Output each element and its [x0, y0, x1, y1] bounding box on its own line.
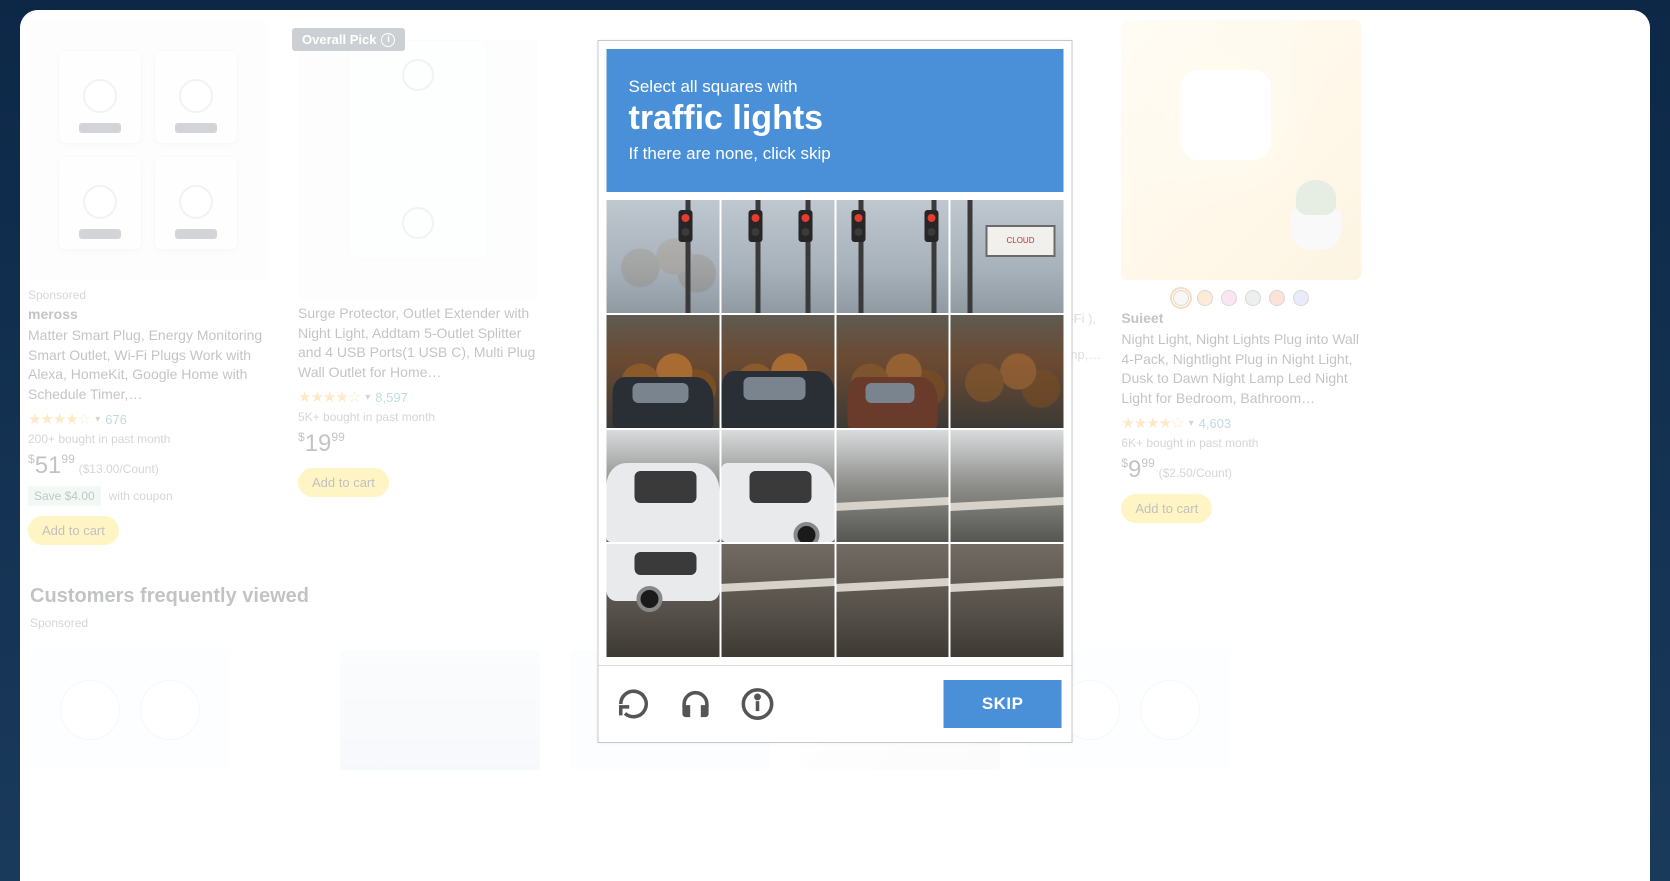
rating-count: 4,603 [1199, 416, 1232, 431]
rating[interactable]: ★★★★☆ ▾ 676 [28, 410, 278, 428]
add-to-cart-button[interactable]: Add to cart [1121, 494, 1212, 523]
swatch[interactable] [1197, 290, 1213, 306]
captcha-target: traffic lights [629, 99, 1042, 138]
brand: Suieet [1121, 310, 1361, 326]
chevron-down-icon: ▾ [95, 414, 100, 425]
price: $1999 [298, 430, 538, 458]
bought-label: 200+ bought in past month [28, 432, 278, 446]
captcha-tile-0-2[interactable] [836, 200, 949, 313]
captcha-dialog: Select all squares with traffic lights I… [598, 40, 1073, 743]
captcha-tile-2-1[interactable] [721, 430, 834, 543]
headphones-icon[interactable] [679, 687, 713, 721]
chevron-down-icon: ▾ [365, 392, 370, 403]
swatch[interactable] [1269, 290, 1285, 306]
captcha-tile-2-0[interactable] [607, 430, 720, 543]
swatch[interactable] [1293, 290, 1309, 306]
add-to-cart-button[interactable]: Add to cart [28, 516, 119, 545]
sponsored-label: Sponsored [28, 288, 278, 302]
captcha-header: Select all squares with traffic lights I… [607, 49, 1064, 192]
chevron-down-icon: ▾ [1189, 418, 1194, 429]
captcha-grid: CLOUD [607, 200, 1064, 657]
captcha-tile-0-1[interactable] [721, 200, 834, 313]
product-image[interactable] [28, 20, 268, 280]
captcha-tile-1-2[interactable] [836, 315, 949, 428]
info-icon[interactable] [741, 687, 775, 721]
captcha-instruction: Select all squares with [629, 77, 1042, 97]
captcha-tile-3-2[interactable] [836, 544, 949, 657]
product-card-4: Suieet Night Light, Night Lights Plug in… [1121, 20, 1361, 545]
freq-item[interactable] [340, 650, 540, 770]
captcha-footer: SKIP [599, 665, 1072, 742]
brand: meross [28, 306, 278, 322]
product-card-2: Overall Pick i Surge Protector, Outlet E… [298, 20, 538, 545]
captcha-tile-1-3[interactable] [951, 315, 1064, 428]
star-icon: ★★★★☆ [298, 388, 360, 406]
price: $999 ($2.50/Count) [1121, 456, 1361, 484]
price: $5199 ($13.00/Count) [28, 452, 278, 480]
captcha-tile-3-3[interactable] [951, 544, 1064, 657]
captcha-tile-0-0[interactable] [607, 200, 720, 313]
overall-pick-badge: Overall Pick i [292, 28, 405, 51]
captcha-tile-1-1[interactable] [721, 315, 834, 428]
product-image[interactable] [298, 40, 538, 300]
skip-button[interactable]: SKIP [944, 680, 1062, 728]
captcha-tile-3-0[interactable] [607, 544, 720, 657]
add-to-cart-button[interactable]: Add to cart [298, 468, 389, 497]
rating[interactable]: ★★★★☆ ▾ 4,603 [1121, 414, 1361, 432]
rating[interactable]: ★★★★☆ ▾ 8,597 [298, 388, 538, 406]
bought-label: 6K+ bought in past month [1121, 436, 1361, 450]
product-card-1: Sponsored meross Matter Smart Plug, Ener… [28, 20, 278, 545]
coupon-badge: Save $4.00 [28, 486, 101, 506]
captcha-tile-2-2[interactable] [836, 430, 949, 543]
color-swatches [1121, 290, 1361, 306]
star-icon: ★★★★☆ [28, 410, 90, 428]
star-icon: ★★★★☆ [1121, 414, 1183, 432]
captcha-tile-0-3[interactable]: CLOUD [951, 200, 1064, 313]
swatch[interactable] [1221, 290, 1237, 306]
page-frame: Sponsored meross Matter Smart Plug, Ener… [20, 10, 1650, 881]
captcha-tile-3-1[interactable] [721, 544, 834, 657]
product-title[interactable]: Surge Protector, Outlet Extender with Ni… [298, 304, 538, 382]
rating-count: 676 [105, 412, 127, 427]
product-title[interactable]: Matter Smart Plug, Energy Monitoring Sma… [28, 326, 278, 404]
product-image[interactable] [1121, 20, 1361, 280]
swatch[interactable] [1173, 290, 1189, 306]
captcha-tile-1-0[interactable] [607, 315, 720, 428]
freq-item[interactable] [30, 650, 230, 770]
info-icon[interactable]: i [381, 33, 395, 47]
captcha-subinstruction: If there are none, click skip [629, 144, 1042, 164]
swatch[interactable] [1245, 290, 1261, 306]
reload-icon[interactable] [617, 687, 651, 721]
rating-count: 8,597 [375, 390, 408, 405]
captcha-tile-2-3[interactable] [951, 430, 1064, 543]
bought-label: 5K+ bought in past month [298, 410, 538, 424]
product-title[interactable]: Night Light, Night Lights Plug into Wall… [1121, 330, 1361, 408]
